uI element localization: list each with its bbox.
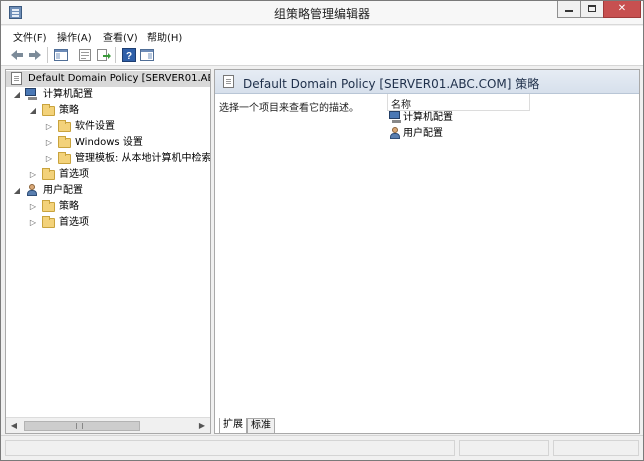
- properties-button[interactable]: [77, 47, 93, 63]
- tree-item-label: 首选项: [59, 217, 89, 228]
- policy-document-icon: [223, 75, 234, 88]
- tree-item-label: Default Domain Policy [SERVER01.ABC.COM]…: [28, 73, 210, 84]
- tree-item-label: 首选项: [59, 169, 89, 180]
- toolbar-separator: [47, 47, 48, 63]
- forward-button[interactable]: [27, 47, 43, 63]
- scrollbar-grip-icon: [76, 423, 83, 429]
- back-arrow-icon: [11, 50, 23, 60]
- minimize-icon: [565, 10, 573, 12]
- folder-icon: [42, 216, 55, 228]
- list-item-label: 计算机配置: [403, 112, 453, 123]
- horizontal-scrollbar[interactable]: ◀ ▶: [6, 417, 210, 433]
- tree-item-label: Windows 设置: [75, 137, 143, 148]
- column-header-label: 名称: [391, 100, 411, 111]
- export-list-icon: [97, 49, 111, 61]
- expand-icon[interactable]: ▷: [28, 199, 38, 215]
- maximize-button[interactable]: [580, 1, 604, 18]
- folder-icon: [58, 136, 71, 148]
- column-header-name[interactable]: 名称: [387, 94, 530, 111]
- user-icon: [26, 184, 39, 197]
- status-cell: [5, 440, 455, 456]
- tree-item-computer-policies[interactable]: ◢ 策略: [6, 103, 210, 119]
- menu-bar: 文件(F) 操作(A) 查看(V) 帮助(H): [1, 26, 643, 44]
- tree-item-label: 策略: [59, 105, 79, 116]
- tree-item-admin-templates[interactable]: ▷ 管理模板: 从本地计算机中检索的策略定义(ADMX 文件): [6, 151, 211, 167]
- status-cell: [459, 440, 549, 456]
- tree-item-label: 用户配置: [43, 185, 83, 196]
- description-text: 选择一个项目来查看它的描述。: [219, 103, 359, 114]
- details-title: Default Domain Policy [SERVER01.ABC.COM]…: [243, 77, 540, 91]
- toolbar: ?: [1, 44, 643, 66]
- tree-item-label: 策略: [59, 201, 79, 212]
- status-cell: [553, 440, 639, 456]
- folder-icon: [42, 168, 55, 180]
- expand-icon[interactable]: ▷: [44, 119, 54, 135]
- tree-item-software-settings[interactable]: ▷ 软件设置: [6, 119, 210, 135]
- show-hide-action-pane-button[interactable]: [139, 47, 155, 63]
- folder-icon: [42, 200, 55, 212]
- collapse-icon[interactable]: ◢: [12, 183, 22, 199]
- menu-help[interactable]: 帮助(H): [147, 29, 182, 44]
- expand-icon[interactable]: ▷: [44, 135, 54, 151]
- menu-view[interactable]: 查看(V): [103, 29, 138, 44]
- details-header: Default Domain Policy [SERVER01.ABC.COM]…: [215, 70, 639, 94]
- show-hide-tree-icon: [54, 49, 68, 61]
- tree-item-windows-settings[interactable]: ▷ Windows 设置: [6, 135, 210, 151]
- computer-icon: [389, 111, 403, 124]
- close-button[interactable]: ✕: [603, 1, 641, 18]
- folder-icon: [58, 152, 71, 164]
- maximize-icon: [588, 5, 596, 12]
- main-window: 组策略管理编辑器 ✕ 文件(F) 操作(A) 查看(V) 帮助(H) ? Def…: [0, 0, 644, 461]
- expand-icon[interactable]: ▷: [28, 215, 38, 231]
- forward-arrow-icon: [29, 50, 41, 60]
- tree-item-label: 管理模板: 从本地计算机中检索的策略定义(ADMX 文件): [75, 153, 211, 164]
- scroll-right-icon[interactable]: ▶: [194, 418, 210, 433]
- show-hide-tree-button[interactable]: [53, 47, 69, 63]
- details-pane: Default Domain Policy [SERVER01.ABC.COM]…: [214, 69, 640, 434]
- tree-item-root[interactable]: Default Domain Policy [SERVER01.ABC.COM]…: [6, 71, 210, 87]
- menu-file[interactable]: 文件(F): [13, 29, 47, 44]
- user-icon: [389, 127, 402, 140]
- menu-action[interactable]: 操作(A): [57, 29, 92, 44]
- folder-icon: [58, 120, 71, 132]
- tree-item-user-preferences[interactable]: ▷ 首选项: [6, 215, 210, 231]
- svg-text:?: ?: [126, 51, 132, 62]
- tab-standard[interactable]: 标准: [247, 418, 275, 434]
- title-bar: 组策略管理编辑器 ✕: [1, 1, 643, 25]
- help-button[interactable]: ?: [121, 47, 137, 63]
- tab-extended[interactable]: 扩展: [219, 418, 247, 434]
- tree-item-user-policies[interactable]: ▷ 策略: [6, 199, 210, 215]
- collapse-icon[interactable]: ◢: [28, 103, 38, 119]
- tree-item-computer-config[interactable]: ◢ 计算机配置: [6, 87, 210, 103]
- list-item-user-config[interactable]: 用户配置: [387, 126, 537, 142]
- tree-item-label: 计算机配置: [43, 89, 93, 100]
- minimize-button[interactable]: [557, 1, 581, 18]
- window-title: 组策略管理编辑器: [273, 7, 370, 21]
- properties-icon: [79, 49, 91, 61]
- tree-item-user-config[interactable]: ◢ 用户配置: [6, 183, 210, 199]
- list-item-computer-config[interactable]: 计算机配置: [387, 110, 537, 126]
- show-hide-action-pane-icon: [140, 49, 154, 61]
- collapse-icon[interactable]: ◢: [12, 87, 22, 103]
- expand-icon[interactable]: ▷: [28, 167, 38, 183]
- list-item-label: 用户配置: [403, 128, 443, 139]
- help-icon: ?: [122, 48, 136, 62]
- computer-icon: [25, 88, 39, 101]
- close-icon: ✕: [617, 3, 627, 14]
- folder-icon: [42, 104, 55, 116]
- console-tree[interactable]: Default Domain Policy [SERVER01.ABC.COM]…: [5, 69, 211, 434]
- toolbar-separator: [115, 47, 116, 63]
- tree-item-label: 软件设置: [75, 121, 115, 132]
- export-list-button[interactable]: [95, 47, 111, 63]
- back-button[interactable]: [9, 47, 25, 63]
- status-bar: [1, 435, 643, 460]
- expand-icon[interactable]: ▷: [44, 151, 54, 167]
- policy-document-icon: [11, 72, 22, 85]
- scroll-left-icon[interactable]: ◀: [6, 418, 22, 433]
- tree-item-computer-preferences[interactable]: ▷ 首选项: [6, 167, 210, 183]
